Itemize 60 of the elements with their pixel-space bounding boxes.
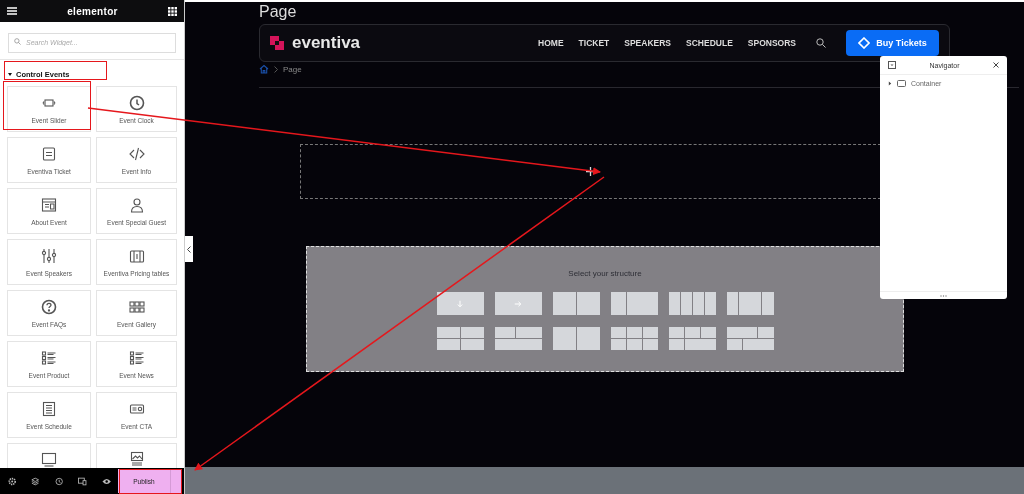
nav-link[interactable]: HOME — [538, 38, 564, 48]
clock-icon — [128, 94, 145, 111]
history-icon[interactable] — [54, 476, 64, 486]
structure-preset[interactable] — [552, 292, 600, 315]
list-icon — [128, 349, 145, 366]
site-logo[interactable]: eventiva — [292, 33, 361, 53]
person-icon — [128, 196, 145, 213]
structure-title: Select your structure — [568, 269, 642, 278]
structure-preset[interactable] — [494, 292, 542, 315]
search-icon — [14, 37, 21, 45]
close-icon[interactable] — [993, 62, 999, 68]
expand-arrow-icon[interactable] — [888, 80, 892, 86]
grid-icon[interactable] — [168, 6, 177, 16]
collapse-panel-button[interactable] — [185, 236, 193, 262]
structure-preset[interactable] — [726, 327, 774, 350]
page-title: Page — [259, 2, 298, 22]
eye-icon[interactable] — [101, 477, 111, 485]
ticket-icon — [858, 37, 871, 49]
search-icon[interactable] — [816, 38, 826, 48]
publish-options-button[interactable] — [170, 469, 182, 493]
nav-link[interactable]: TICKET — [578, 38, 610, 48]
structure-preset[interactable] — [494, 327, 542, 350]
pricing-icon — [128, 247, 145, 264]
responsive-icon[interactable] — [78, 476, 87, 486]
nav-link[interactable]: SCHEDULE — [686, 38, 733, 48]
structure-preset[interactable] — [668, 292, 716, 315]
structure-preset[interactable] — [726, 292, 774, 315]
panel-title: elementor — [67, 5, 118, 17]
breadcrumb-current: Page — [283, 64, 302, 74]
settings-icon[interactable] — [8, 476, 17, 486]
logo-icon — [270, 36, 284, 50]
structure-preset[interactable] — [552, 327, 600, 350]
home-icon[interactable] — [259, 64, 269, 74]
question-icon — [41, 298, 57, 315]
chevron-right-icon — [274, 65, 278, 73]
nav-link[interactable]: SPONSORS — [747, 38, 796, 48]
chevron-left-icon — [187, 245, 191, 253]
structure-preset[interactable] — [436, 292, 484, 315]
structure-preset[interactable] — [668, 327, 716, 350]
layers-icon[interactable] — [31, 476, 40, 486]
menu-icon[interactable] — [7, 7, 17, 15]
schedule-icon — [41, 400, 57, 417]
structure-preset[interactable] — [610, 292, 658, 315]
highlight-frame — [119, 469, 182, 494]
arrow-down-icon — [457, 300, 463, 307]
structure-preset[interactable] — [610, 327, 658, 350]
gallery-icon — [128, 298, 145, 315]
arrow-right-icon — [514, 300, 522, 307]
resize-handle-icon[interactable] — [940, 294, 947, 297]
structure-preset[interactable] — [436, 327, 484, 350]
nav-link[interactable]: SPEAKERS — [624, 38, 672, 48]
ticket-icon — [41, 145, 57, 162]
list-icon — [41, 349, 57, 366]
code-icon — [128, 145, 145, 162]
buy-tickets-button[interactable]: Buy Tickets — [846, 30, 939, 56]
layout-icon — [41, 196, 57, 213]
container-icon — [897, 79, 906, 87]
dock-icon[interactable] — [888, 61, 896, 69]
image-icon — [128, 451, 145, 467]
sliders-icon — [41, 247, 57, 264]
